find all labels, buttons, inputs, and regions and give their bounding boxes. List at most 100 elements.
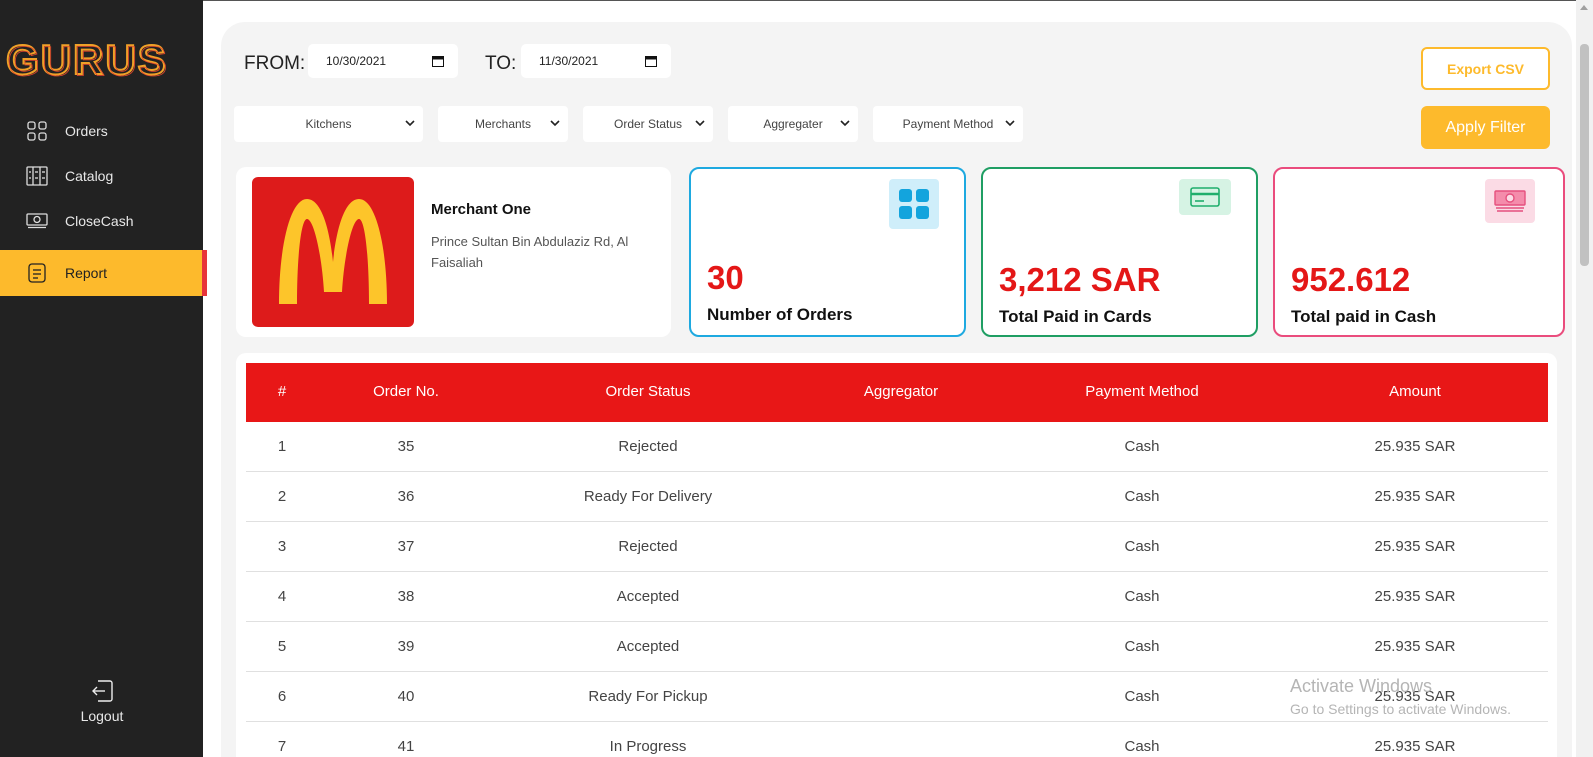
cell-amount: 25.935 SAR xyxy=(1374,538,1456,555)
sidebar-item-label: Report xyxy=(65,265,108,281)
calendar-icon xyxy=(432,56,444,67)
report-icon xyxy=(26,262,48,284)
logout-label: Logout xyxy=(80,708,124,724)
sidebar-item-orders[interactable]: Orders xyxy=(0,108,207,154)
top-border xyxy=(203,0,1593,1)
table-row[interactable]: 1 35 Rejected Cash 25.935 SAR xyxy=(246,422,1548,472)
table-row[interactable]: 4 38 Accepted Cash 25.935 SAR xyxy=(246,572,1548,622)
activate-windows-title: Activate Windows xyxy=(1290,676,1433,696)
sidebar-item-closecash[interactable]: CloseCash xyxy=(0,198,207,244)
cell-order-status: Accepted xyxy=(616,638,680,655)
cell-amount: 25.935 SAR xyxy=(1374,488,1456,505)
cell-order-no: 40 xyxy=(397,688,415,705)
cards-total-value: 3,212 SAR xyxy=(999,261,1161,298)
cell-order-status: Rejected xyxy=(618,438,678,455)
orders-count-card: 30 Number of Orders xyxy=(689,167,966,337)
payment-method-select-value: Payment Method xyxy=(902,117,994,131)
from-label: FROM: xyxy=(244,53,306,74)
column-header[interactable]: Order No. xyxy=(373,383,439,400)
cell-index: 1 xyxy=(277,438,287,455)
logout-button[interactable]: Logout xyxy=(60,678,144,724)
cards-total-caption: Total Paid in Cards xyxy=(999,307,1152,326)
column-header[interactable]: Amount xyxy=(1389,383,1441,400)
cell-payment-method: Cash xyxy=(1124,688,1160,705)
to-date-input[interactable]: 11/30/2021 xyxy=(521,44,671,78)
scrollbar-thumb[interactable] xyxy=(1580,44,1589,266)
from-date-input[interactable]: 10/30/2021 xyxy=(308,44,458,78)
cell-order-status: Rejected xyxy=(618,538,678,555)
chevron-down-icon xyxy=(550,120,560,127)
kitchens-select[interactable]: Kitchens xyxy=(234,106,423,142)
cards-total-card: 3,212 SAR Total Paid in Cards xyxy=(981,167,1258,337)
gurus-logo: GURUS GURUS xyxy=(6,38,170,82)
cell-index: 7 xyxy=(277,738,287,755)
sidebar-item-report[interactable]: Report xyxy=(0,250,207,296)
cell-payment-method: Cash xyxy=(1124,538,1160,555)
chevron-down-icon xyxy=(1005,120,1015,127)
table-row[interactable]: 5 39 Accepted Cash 25.935 SAR xyxy=(246,622,1548,672)
cell-payment-method: Cash xyxy=(1124,438,1160,455)
cell-amount: 25.935 SAR xyxy=(1374,438,1456,455)
aggregater-select[interactable]: Aggregater xyxy=(728,106,858,142)
grid-icon xyxy=(26,120,48,142)
chevron-down-icon xyxy=(405,120,415,127)
table-row[interactable]: 7 41 In Progress Cash 25.935 SAR xyxy=(246,722,1548,757)
to-label: TO: xyxy=(485,53,517,74)
to-date-value: 11/30/2021 xyxy=(539,54,599,68)
orders-count-value: 30 xyxy=(707,259,744,296)
table-row[interactable]: 3 37 Rejected Cash 25.935 SAR xyxy=(246,522,1548,572)
sidebar: GURUS GURUS Orders Catalog CloseCash Rep… xyxy=(0,0,207,757)
cell-payment-method: Cash xyxy=(1124,588,1160,605)
table-row[interactable]: 2 36 Ready For Delivery Cash 25.935 SAR xyxy=(246,472,1548,522)
merchants-select[interactable]: Merchants xyxy=(438,106,568,142)
chevron-down-icon xyxy=(695,120,705,127)
activate-windows-hint: Go to Settings to activate Windows. xyxy=(1290,701,1511,717)
cell-order-no: 41 xyxy=(397,738,415,755)
sidebar-item-label: CloseCash xyxy=(65,213,134,229)
payment-method-select[interactable]: Payment Method xyxy=(873,106,1023,142)
cell-order-status: Ready For Pickup xyxy=(588,688,708,705)
sidebar-item-label: Orders xyxy=(65,123,108,139)
cell-order-no: 37 xyxy=(397,538,415,555)
cell-index: 3 xyxy=(277,538,287,555)
column-header[interactable]: Payment Method xyxy=(1085,383,1198,400)
cell-order-status: Ready For Delivery xyxy=(583,488,713,505)
export-csv-button[interactable]: Export CSV xyxy=(1421,47,1550,90)
cell-order-no: 38 xyxy=(397,588,415,605)
column-header[interactable]: Aggregator xyxy=(864,383,938,400)
grid-icon xyxy=(889,179,939,229)
cell-index: 5 xyxy=(277,638,287,655)
credit-card-icon xyxy=(1179,179,1231,215)
cell-order-no: 36 xyxy=(397,488,415,505)
merchant-card: Merchant One Prince Sultan Bin Abdulaziz… xyxy=(236,167,671,337)
cash-total-caption: Total paid in Cash xyxy=(1291,307,1437,326)
from-date-value: 10/30/2021 xyxy=(326,54,387,68)
aggregater-select-value: Aggregater xyxy=(763,117,823,131)
apply-filter-button[interactable]: Apply Filter xyxy=(1421,106,1550,149)
table-header: # Order No. Order Status Aggregator Paym… xyxy=(246,363,1548,422)
chevron-down-icon xyxy=(840,120,850,127)
sidebar-item-catalog[interactable]: Catalog xyxy=(0,153,207,199)
sidebar-item-label: Catalog xyxy=(65,168,114,184)
cell-payment-method: Cash xyxy=(1124,488,1160,505)
app: GURUS GURUS Orders Catalog CloseCash Rep… xyxy=(0,0,1593,757)
scroll-up-arrow-icon[interactable] xyxy=(1580,5,1588,10)
order-status-select-value: Order Status xyxy=(613,117,683,131)
cell-index: 4 xyxy=(277,588,287,605)
cell-order-status: In Progress xyxy=(609,738,687,755)
cash-total-card: 952.612 Total paid in Cash xyxy=(1273,167,1565,337)
vertical-scrollbar[interactable] xyxy=(1576,0,1593,757)
cell-order-no: 35 xyxy=(397,438,415,455)
column-header[interactable]: # xyxy=(278,383,286,400)
orders-count-caption: Number of Orders xyxy=(707,305,853,324)
cell-order-status: Accepted xyxy=(616,588,680,605)
merchant-name: Merchant One xyxy=(431,201,532,218)
merchants-select-value: Merchants xyxy=(474,117,532,131)
cell-index: 2 xyxy=(277,488,287,505)
svg-text:GURUS: GURUS xyxy=(8,38,170,82)
cell-amount: 25.935 SAR xyxy=(1374,588,1456,605)
catalog-icon xyxy=(26,165,48,187)
column-header[interactable]: Order Status xyxy=(605,383,690,400)
order-status-select[interactable]: Order Status xyxy=(583,106,713,142)
merchant-address: Prince Sultan Bin Abdulaziz Rd, Al Faisa… xyxy=(431,234,629,270)
